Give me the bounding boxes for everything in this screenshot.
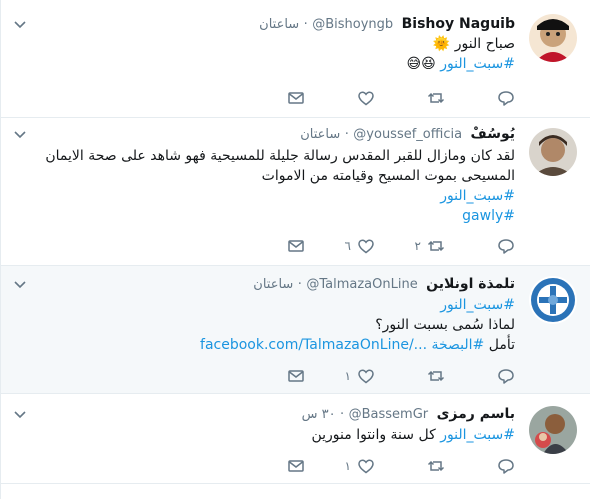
like-count: ١ [344,459,351,473]
tweet-actions [255,88,515,108]
hashtag-link[interactable]: #سبت_النور [440,427,515,443]
reply-icon [498,369,514,384]
tweet[interactable]: تلمذة اونلاين @TalmazaOnLine · ساعتان #س… [1,266,590,394]
reply-icon [498,239,514,254]
tweet-header: يُوسُفْ @youssef_officia · ساعتان [11,124,515,144]
retweet-button[interactable] [395,88,445,108]
envelope-icon [288,240,304,252]
message-button[interactable] [255,456,305,476]
like-button[interactable]: ١ [325,366,375,386]
tweet-text: لقد كان ومازال للقبر المقدس رسالة جليلة … [11,146,515,226]
retweet-count: ٢ [414,239,421,253]
hashtag-link[interactable]: #سبت_النور [440,297,515,313]
heart-icon [358,91,374,106]
tweet-header: باسم رمزى @BassemGr · ٣٠ س [11,404,515,424]
separator-dot: · [340,407,345,422]
tweet[interactable]: يُوسُفْ @youssef_officia · ساعتان لقد كا… [1,118,590,266]
message-button[interactable] [255,366,305,386]
timeline: Bishoy Naguib @Bishoyngb · ساعتان صباح ا… [0,0,590,499]
chevron-down-icon[interactable] [13,18,27,32]
reply-button[interactable] [465,366,515,386]
url-link[interactable]: facebook.com/TalmazaOnLine/... [200,337,427,353]
reply-icon [498,459,514,474]
tweet-text: #سبت_النور كل سنة وانتوا منورين [11,425,515,445]
text-line: المسيحى بموت المسيح وقيامته من الاموات [261,168,515,184]
timestamp[interactable]: ٣٠ س [302,407,336,422]
emoji: 😆😅 [406,56,436,72]
tweet-actions: ١ [255,366,515,386]
tweet-actions: ٢ ٦ [255,236,515,256]
retweet-icon [427,460,445,472]
like-button[interactable]: ٦ [325,236,375,256]
avatar[interactable] [529,406,577,454]
reply-icon [498,91,514,106]
like-count: ١ [344,369,351,383]
like-count: ٦ [344,239,351,253]
retweet-icon [427,92,445,104]
display-name[interactable]: يُوسُفْ [471,126,515,142]
reply-button[interactable] [465,456,515,476]
hashtag-link[interactable]: #سبت_النور [440,56,515,72]
timestamp[interactable]: ساعتان [253,277,293,292]
timestamp[interactable]: ساعتان [300,127,340,142]
heart-icon [358,239,374,254]
hashtag-link[interactable]: #سبت_النور [440,188,515,204]
envelope-icon [288,92,304,104]
retweet-button[interactable] [395,366,445,386]
avatar[interactable] [529,276,577,324]
like-button[interactable] [325,88,375,108]
like-button[interactable]: ١ [325,456,375,476]
tweet-header: Bishoy Naguib @Bishoyngb · ساعتان [11,14,515,34]
chevron-down-icon[interactable] [13,278,27,292]
envelope-icon [288,370,304,382]
text-line: لماذا سُمى بسبت النور؟ [375,317,515,333]
user-handle[interactable]: @Bishoyngb [312,17,393,32]
message-button[interactable] [255,236,305,256]
chevron-down-icon[interactable] [13,408,27,422]
display-name[interactable]: Bishoy Naguib [402,16,515,32]
user-handle[interactable]: @youssef_officia [353,127,462,142]
retweet-icon [427,370,445,382]
hashtag-link[interactable]: #gawly [462,208,515,224]
separator-dot: · [344,127,349,142]
display-name[interactable]: باسم رمزى [437,406,515,422]
text-line: صباح النور 🌞 [432,36,515,52]
tweet[interactable]: باسم رمزى @BassemGr · ٣٠ س #سبت_النور كل… [1,394,590,484]
retweet-button[interactable] [395,456,445,476]
heart-icon [358,459,374,474]
tweet-text: #سبت_النور لماذا سُمى بسبت النور؟ تأمل #… [11,295,515,355]
tweet-header: تلمذة اونلاين @TalmazaOnLine · ساعتان [11,274,515,294]
user-handle[interactable]: @BassemGr [349,407,429,422]
retweet-icon [427,240,445,252]
tweet-actions: ١ [255,456,515,476]
timestamp[interactable]: ساعتان [259,17,299,32]
avatar[interactable] [529,14,577,62]
text-line: كل سنة وانتوا منورين [311,427,436,443]
avatar[interactable] [529,128,577,176]
retweet-button[interactable]: ٢ [395,236,445,256]
user-handle[interactable]: @TalmazaOnLine [306,277,417,292]
message-button[interactable] [255,88,305,108]
hashtag-link[interactable]: #البصخة [431,337,484,353]
tweet[interactable]: Bishoy Naguib @Bishoyngb · ساعتان صباح ا… [1,0,590,118]
tweet-text: صباح النور 🌞 #سبت_النور 😆😅 [11,34,515,74]
reply-button[interactable] [465,88,515,108]
tweet-partial[interactable] [1,484,590,499]
text-line: لقد كان ومازال للقبر المقدس رسالة جليلة … [45,148,515,164]
heart-icon [358,369,374,384]
reply-button[interactable] [465,236,515,256]
separator-dot: · [303,17,308,32]
envelope-icon [288,460,304,472]
chevron-down-icon[interactable] [13,128,27,142]
separator-dot: · [297,277,302,292]
display-name[interactable]: تلمذة اونلاين [426,276,515,292]
text-prefix: تأمل [488,337,515,353]
